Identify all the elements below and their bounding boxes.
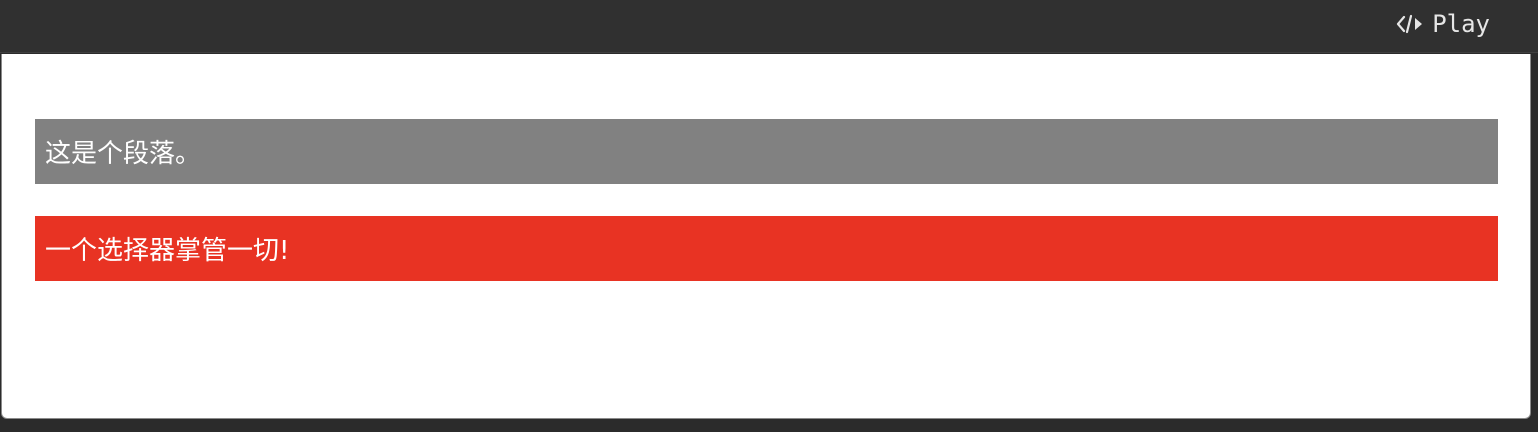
play-button[interactable]: Play (1396, 6, 1490, 42)
paragraph-red: 一个选择器掌管一切! (35, 216, 1498, 281)
top-toolbar: Play (0, 0, 1538, 53)
output-panel: 这是个段落。 一个选择器掌管一切! (1, 54, 1531, 419)
play-label: Play (1432, 10, 1490, 38)
paragraph-gray: 这是个段落。 (35, 119, 1498, 184)
code-icon (1396, 12, 1424, 36)
